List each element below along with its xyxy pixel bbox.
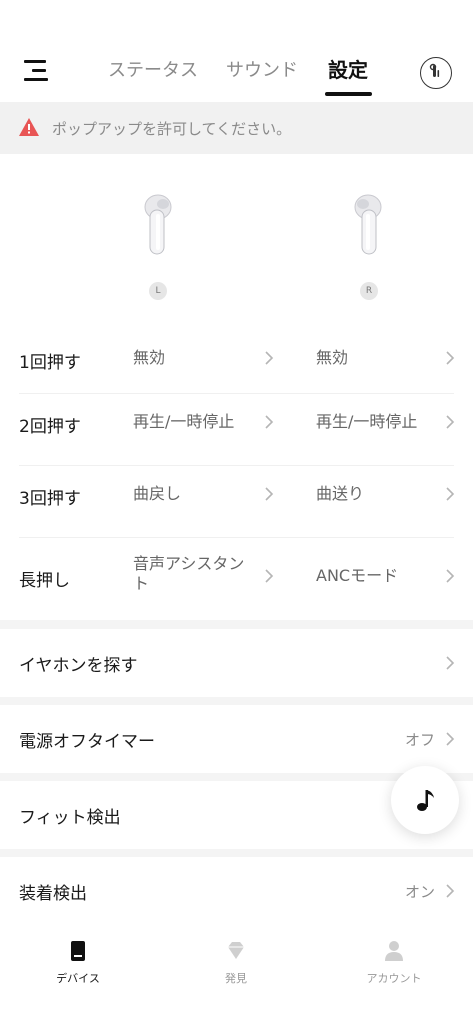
control-value: ト (133, 574, 150, 593)
chevron-right-icon (265, 415, 274, 429)
control-value: 曲戻し (133, 484, 182, 503)
chevron-right-icon (446, 569, 455, 583)
left-long-press-select[interactable]: 音声アシスタン ト (133, 552, 278, 602)
popup-permission-alert[interactable]: ポップアップを許可してください。 (0, 102, 473, 154)
nav-label: 発見 (225, 972, 247, 985)
bottom-navigation: デバイス 発見 アカウント (0, 922, 473, 1024)
chevron-right-icon (446, 351, 455, 365)
tab-sound[interactable]: サウンド (226, 56, 298, 82)
chevron-right-icon (446, 487, 455, 501)
control-value: 曲送り (316, 484, 365, 503)
right-long-press-select[interactable]: ANCモード (316, 552, 456, 602)
chevron-right-icon (446, 415, 455, 429)
nav-discover[interactable]: 発見 (176, 940, 296, 990)
wear-detection-row[interactable]: 装着検出 オン (0, 857, 473, 925)
find-earbuds-row[interactable]: イヤホンを探す (0, 629, 473, 697)
left-earbud-badge: L (149, 282, 167, 300)
earbud-device-icon[interactable] (420, 57, 452, 89)
menu-icon[interactable] (22, 58, 50, 84)
right-earbud-badge: R (360, 282, 378, 300)
person-icon (385, 941, 403, 961)
top-header: ステータス サウンド 設定 (0, 0, 473, 102)
right-triple-press-select[interactable]: 曲送り (316, 474, 456, 514)
control-value: 無効 (133, 348, 166, 367)
control-value: 再生/一時停止 (133, 412, 235, 431)
setting-label: イヤホンを探す (19, 656, 138, 676)
chevron-right-icon (265, 351, 274, 365)
diamond-icon (228, 942, 244, 959)
control-row-label: 3回押す (19, 489, 81, 509)
chevron-right-icon (446, 884, 455, 898)
setting-label: 電源オフタイマー (19, 732, 155, 752)
setting-label: フィット検出 (19, 808, 121, 828)
alert-message: ポップアップを許可してください。 (52, 120, 292, 138)
control-row-label: 2回押す (19, 417, 81, 437)
tab-settings[interactable]: 設定 (328, 54, 368, 83)
chevron-right-icon (446, 732, 455, 746)
left-double-press-select[interactable]: 再生/一時停止 (133, 402, 278, 442)
left-triple-press-select[interactable]: 曲戻し (133, 474, 278, 514)
setting-value: オン (404, 883, 435, 901)
control-value: ANCモード (316, 566, 399, 585)
device-icon (71, 941, 85, 961)
tab-bar: ステータス サウンド 設定 (100, 52, 390, 102)
nav-label: アカウント (366, 972, 422, 985)
chevron-right-icon (446, 656, 455, 670)
control-value: 音声アシスタン (133, 554, 245, 573)
nav-devices[interactable]: デバイス (18, 940, 138, 990)
nav-account[interactable]: アカウント (334, 940, 454, 990)
right-earbud-image (354, 194, 382, 255)
control-row-label: 長押し (19, 571, 70, 591)
power-off-timer-row[interactable]: 電源オフタイマー オフ (0, 705, 473, 773)
setting-value: オフ (404, 731, 435, 749)
control-row-single-press: 1回押す 無効 無効 (0, 322, 473, 394)
nav-label: デバイス (56, 972, 100, 985)
setting-label: 装着検出 (19, 884, 87, 904)
tab-status[interactable]: ステータス (108, 56, 198, 82)
right-double-press-select[interactable]: 再生/一時停止 (316, 402, 456, 442)
chevron-right-icon (265, 487, 274, 501)
left-single-press-select[interactable]: 無効 (133, 338, 278, 378)
control-row-label: 1回押す (19, 353, 81, 373)
left-earbud-image (144, 194, 172, 255)
music-note-icon (417, 790, 434, 811)
right-single-press-select[interactable]: 無効 (316, 338, 456, 378)
control-value: 再生/一時停止 (316, 412, 418, 431)
control-value: 無効 (316, 348, 349, 367)
control-row-double-press: 2回押す 再生/一時停止 再生/一時停止 (0, 394, 473, 466)
active-tab-indicator (325, 92, 372, 96)
control-row-triple-press: 3回押す 曲戻し 曲送り (0, 466, 473, 538)
touch-controls-card: L R 1回押す 無効 無効 2回押す 再生/一時停止 再生/一時停止 3回押す… (0, 154, 473, 620)
music-player-button[interactable] (391, 766, 459, 834)
warning-icon (19, 118, 39, 136)
chevron-right-icon (265, 569, 274, 583)
control-row-long-press: 長押し 音声アシスタン ト ANCモード (0, 538, 473, 618)
